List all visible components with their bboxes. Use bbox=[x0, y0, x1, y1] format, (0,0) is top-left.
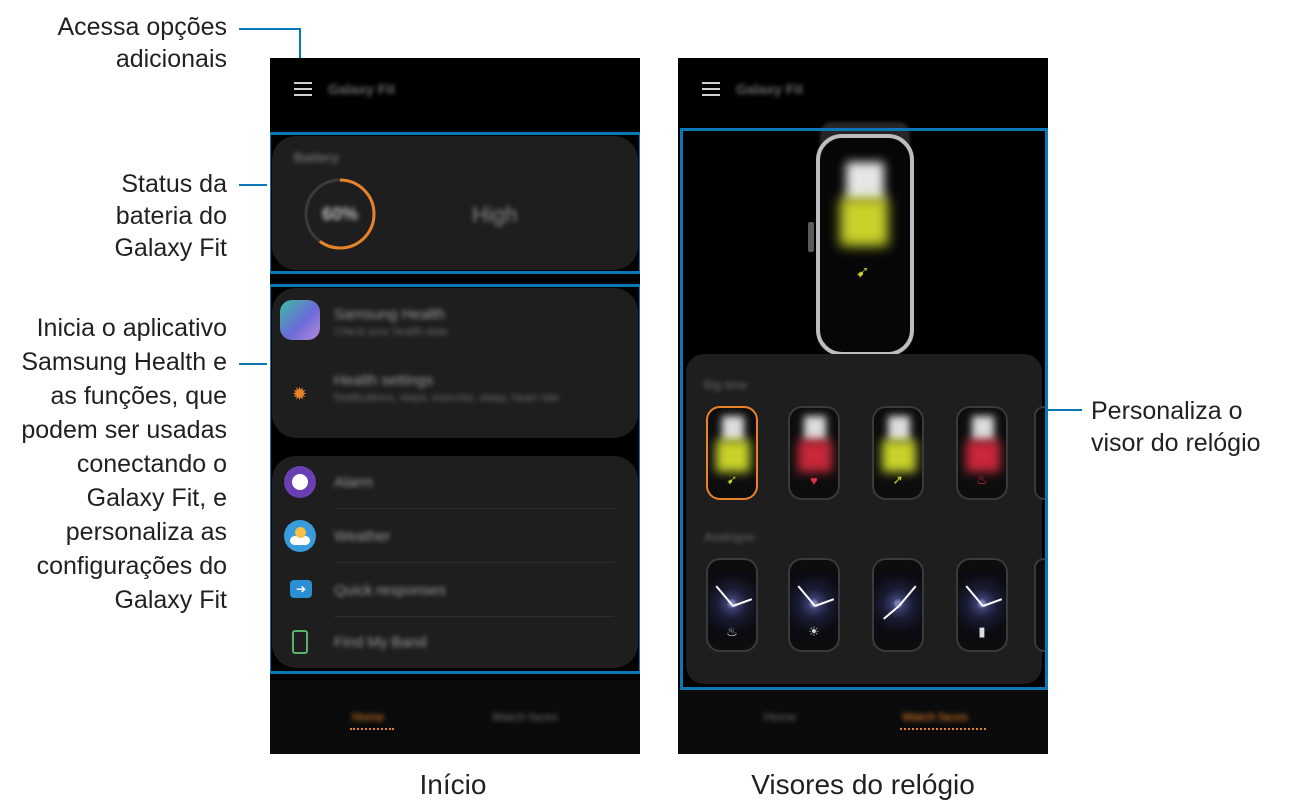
tab-home-underline bbox=[350, 728, 394, 730]
caption-watch: Personaliza o visor do relógio bbox=[1091, 397, 1261, 457]
leader-battery bbox=[239, 184, 267, 186]
apps-highlight bbox=[270, 284, 640, 674]
tab-bar: Home Watch faces bbox=[678, 688, 1048, 754]
app-title: Galaxy Fit bbox=[736, 81, 803, 97]
menu-icon[interactable] bbox=[702, 82, 720, 96]
tab-watch-faces[interactable]: Watch faces bbox=[902, 710, 968, 724]
leader-menu-h bbox=[239, 28, 301, 30]
leader-apps bbox=[239, 363, 267, 365]
watch-faces-highlight bbox=[680, 128, 1048, 690]
home-screen: Galaxy Fit Battery 60% High Samsung Heal… bbox=[270, 58, 640, 754]
tab-home[interactable]: Home bbox=[352, 710, 384, 724]
tab-watch-faces-underline bbox=[900, 728, 986, 730]
app-title: Galaxy Fit bbox=[328, 81, 395, 97]
caption-menu: Acessa opções adicionais bbox=[57, 13, 227, 73]
caption-home-screen: Início bbox=[419, 769, 487, 800]
caption-battery: Status da bateria do Galaxy Fit bbox=[114, 170, 227, 262]
watch-faces-screen: Galaxy Fit ➹ Big time ➹ ♥ ➚ ♨ Analogue ♨… bbox=[678, 58, 1048, 754]
caption-apps: Inicia o aplicativo Samsung Health e as fu… bbox=[21, 314, 227, 614]
tab-watch-faces[interactable]: Watch faces bbox=[492, 710, 558, 724]
tab-bar: Home Watch faces bbox=[270, 680, 640, 754]
battery-highlight bbox=[270, 132, 640, 274]
leader-watch bbox=[1048, 409, 1082, 411]
menu-icon[interactable] bbox=[294, 82, 312, 96]
caption-watch-screen: Visores do relógio bbox=[751, 769, 975, 800]
tab-home[interactable]: Home bbox=[764, 710, 796, 724]
